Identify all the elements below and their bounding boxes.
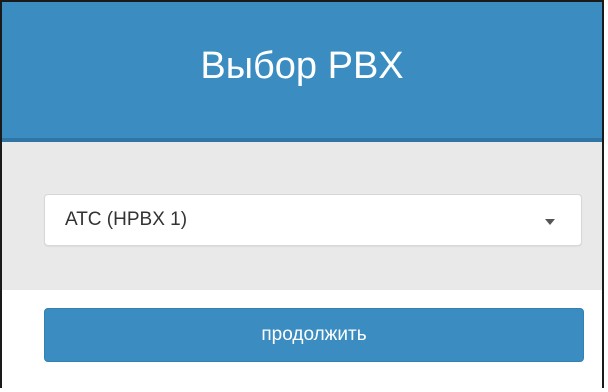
pbx-selection-panel: Выбор PBX АТС (HPBX 1) продолжить (0, 0, 604, 392)
continue-button[interactable]: продолжить (44, 308, 584, 362)
panel-footer: продолжить (2, 290, 602, 392)
pbx-select-value: АТС (HPBX 1) (65, 209, 188, 230)
chevron-down-icon (545, 219, 555, 225)
pbx-select[interactable]: АТС (HPBX 1) (44, 194, 582, 246)
panel-body: АТС (HPBX 1) (2, 142, 602, 290)
panel-header: Выбор PBX (2, 2, 602, 142)
page-title: Выбор PBX (200, 44, 404, 87)
